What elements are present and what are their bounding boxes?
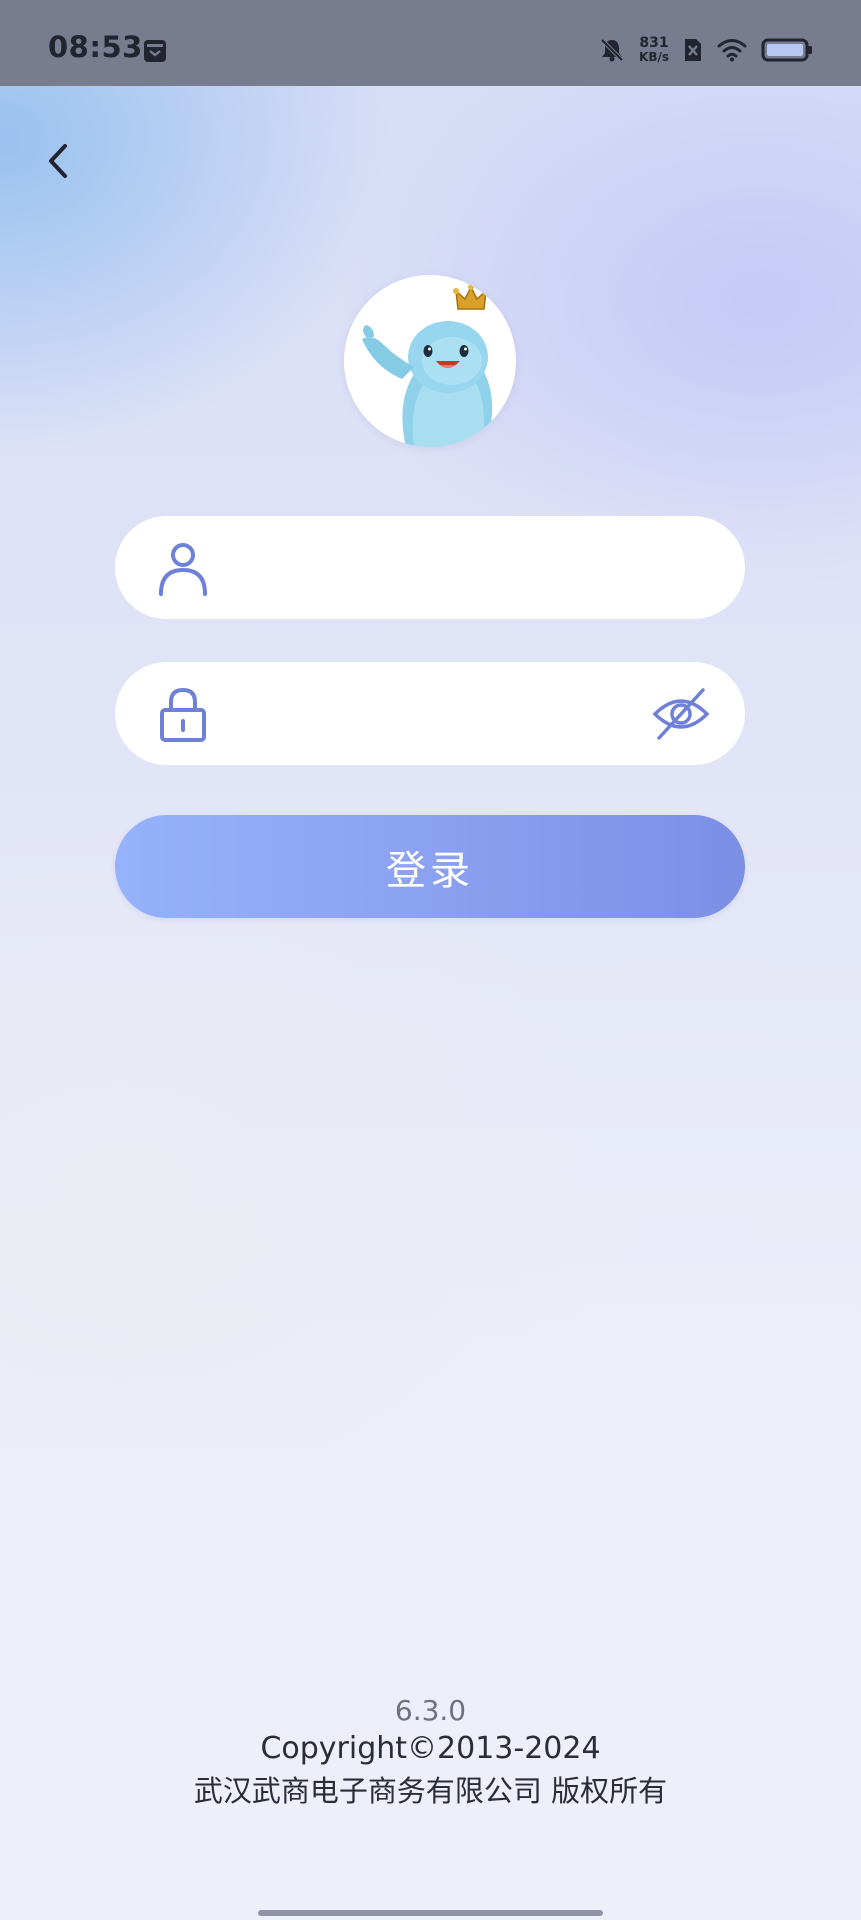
status-indicators: 831 KB/s	[599, 30, 813, 70]
network-speed-value: 831	[639, 35, 669, 51]
wifi-icon	[717, 39, 747, 62]
network-speed-unit: KB/s	[639, 50, 669, 64]
mascot-image	[344, 275, 516, 447]
network-speed: 831 KB/s	[639, 36, 669, 64]
home-indicator[interactable]	[258, 1910, 603, 1916]
status-time: 08:53	[48, 30, 143, 64]
back-button[interactable]	[34, 130, 82, 192]
password-field[interactable]	[115, 662, 745, 767]
chevron-left-icon	[49, 144, 67, 178]
app-version: 6.3.0	[394, 1694, 467, 1727]
battery-icon	[761, 38, 812, 62]
sim-none-icon	[685, 39, 701, 61]
login-button[interactable]: 登录	[115, 815, 745, 918]
app-logo-avatar	[344, 275, 516, 447]
lock-icon	[160, 687, 206, 742]
username-field[interactable]	[115, 516, 745, 621]
username-input[interactable]	[235, 516, 635, 621]
mute-icon	[600, 38, 624, 62]
app-notification-icon	[144, 40, 166, 62]
status-bar: 08:53 831 KB/s	[0, 0, 861, 86]
copyright-text: Copyright©2013-2024	[260, 1731, 601, 1766]
login-screen: 08:53 831 KB/s 登录 6.3.0 Copyright©2013-2…	[0, 0, 861, 1920]
password-input[interactable]	[235, 662, 635, 767]
user-icon	[159, 543, 207, 596]
eye-off-icon[interactable]	[651, 686, 711, 742]
company-name: 武汉武商电子商务有限公司 版权所有	[193, 1774, 668, 1808]
